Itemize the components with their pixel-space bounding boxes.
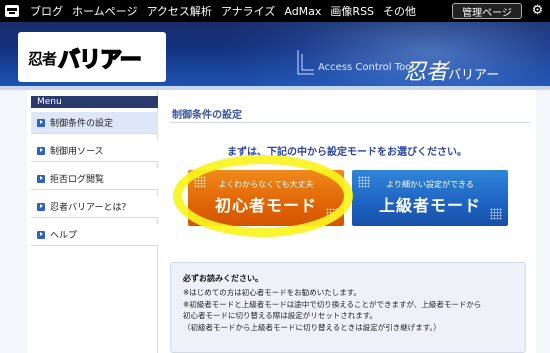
product-title: 忍者バリアー bbox=[404, 54, 499, 86]
bracket-decoration-icon bbox=[297, 50, 314, 75]
title-divider bbox=[170, 122, 530, 123]
arrow-right-icon bbox=[37, 202, 45, 211]
arrow-right-icon bbox=[37, 230, 45, 239]
sidebar-item-label: ヘルプ bbox=[50, 231, 78, 241]
advanced-mode-subtitle: より細かい設定ができる bbox=[386, 180, 474, 189]
nav-blog[interactable]: ブログ bbox=[30, 3, 63, 19]
product-title-sub: バリアー bbox=[448, 68, 500, 83]
nav-other[interactable]: その他 bbox=[383, 3, 416, 19]
arrow-right-icon bbox=[37, 118, 45, 127]
brand-logo-prefix: 忍者 bbox=[28, 49, 57, 68]
sidebar-menu-header: Menu bbox=[31, 96, 158, 108]
sidebar-item-label: 制御条件の設定 bbox=[50, 119, 114, 129]
sidebar-item-label: 拒否ログ閲覧 bbox=[50, 175, 105, 185]
notice-line: 初心者モードに切り替える際は設定がリセットされます。 bbox=[183, 311, 378, 320]
advanced-mode-label: 上級者モード bbox=[378, 196, 481, 215]
brand-logo-name: バリアー bbox=[57, 47, 142, 74]
beginner-mode-subtitle: よくわからなくても大丈夫 bbox=[218, 180, 314, 189]
sidebar-item-label: 制御用ソース bbox=[50, 147, 104, 157]
top-navigation-bar: ブログ ホームページ アクセス解析 アナライズ AdMax 画像RSS その他 … bbox=[0, 0, 550, 22]
sidebar-item-control-source[interactable]: 制御用ソース bbox=[31, 140, 158, 162]
sidebar: Menu 制御条件の設定 制御用ソース 拒否ログ閲覧 忍者バリアーとは？ ヘルプ bbox=[27, 90, 158, 353]
product-tagline: Access Control Tool bbox=[318, 62, 415, 73]
header-glow bbox=[220, 22, 550, 86]
gear-icon[interactable]: ⚙ bbox=[530, 3, 545, 18]
beginner-mode-label: 初心者モード bbox=[214, 196, 317, 215]
notice-line: ※初級者モードと上級者モードは途中で切り換えることができますが、上級者モードから bbox=[183, 299, 482, 309]
advanced-mode-button[interactable]: より細かい設定ができる 上級者モード bbox=[352, 170, 508, 226]
admin-page-button[interactable]: 管理ページ bbox=[452, 3, 522, 19]
sidebar-item-denied-log[interactable]: 拒否ログ閲覧 bbox=[31, 168, 158, 190]
ninja-logo-icon[interactable] bbox=[4, 3, 20, 19]
brand-logo[interactable]: 忍者 バリアー bbox=[28, 38, 158, 78]
sidebar-item-help[interactable]: ヘルプ bbox=[31, 224, 158, 246]
notice-title: 必ずお読みください。 bbox=[183, 274, 263, 283]
top-nav: ブログ ホームページ アクセス解析 アナライズ AdMax 画像RSS その他 bbox=[30, 0, 425, 22]
arrow-right-icon bbox=[37, 146, 45, 155]
notice-line: ※はじめての方は初心者モードをお勧めいたします。 bbox=[183, 288, 362, 297]
nav-image-rss[interactable]: 画像RSS bbox=[330, 3, 374, 19]
notice-line: （初級者モードから上級者モードに切り替えるときは設定が引き継げます。） bbox=[183, 322, 441, 332]
nav-homepage[interactable]: ホームページ bbox=[72, 3, 137, 19]
product-title-main: 忍者 bbox=[404, 60, 449, 85]
nav-admax[interactable]: AdMax bbox=[284, 5, 321, 18]
sidebar-item-control-settings[interactable]: 制御条件の設定 bbox=[31, 112, 158, 134]
mode-instruction: まずは、下記の中から設定モードをお選びください。 bbox=[227, 147, 467, 158]
sidebar-item-about[interactable]: 忍者バリアーとは？ bbox=[31, 196, 158, 218]
notice-box: 必ずお読みください。 ※はじめての方は初心者モードをお勧めいたします。 ※初級者… bbox=[170, 262, 526, 353]
app-header: 忍者 バリアー Access Control Tool 忍者バリアー bbox=[0, 22, 550, 86]
arrow-right-icon bbox=[37, 174, 45, 183]
right-gutter bbox=[536, 90, 550, 353]
nav-access-analysis[interactable]: アクセス解析 bbox=[146, 3, 211, 19]
left-gutter bbox=[0, 90, 27, 353]
beginner-mode-button[interactable]: よくわからなくても大丈夫 初心者モード bbox=[188, 170, 344, 226]
sidebar-item-label: 忍者バリアーとは？ bbox=[50, 203, 131, 213]
page-title: 制御条件の設定 bbox=[172, 110, 242, 121]
nav-analyze[interactable]: アナライズ bbox=[221, 3, 275, 19]
